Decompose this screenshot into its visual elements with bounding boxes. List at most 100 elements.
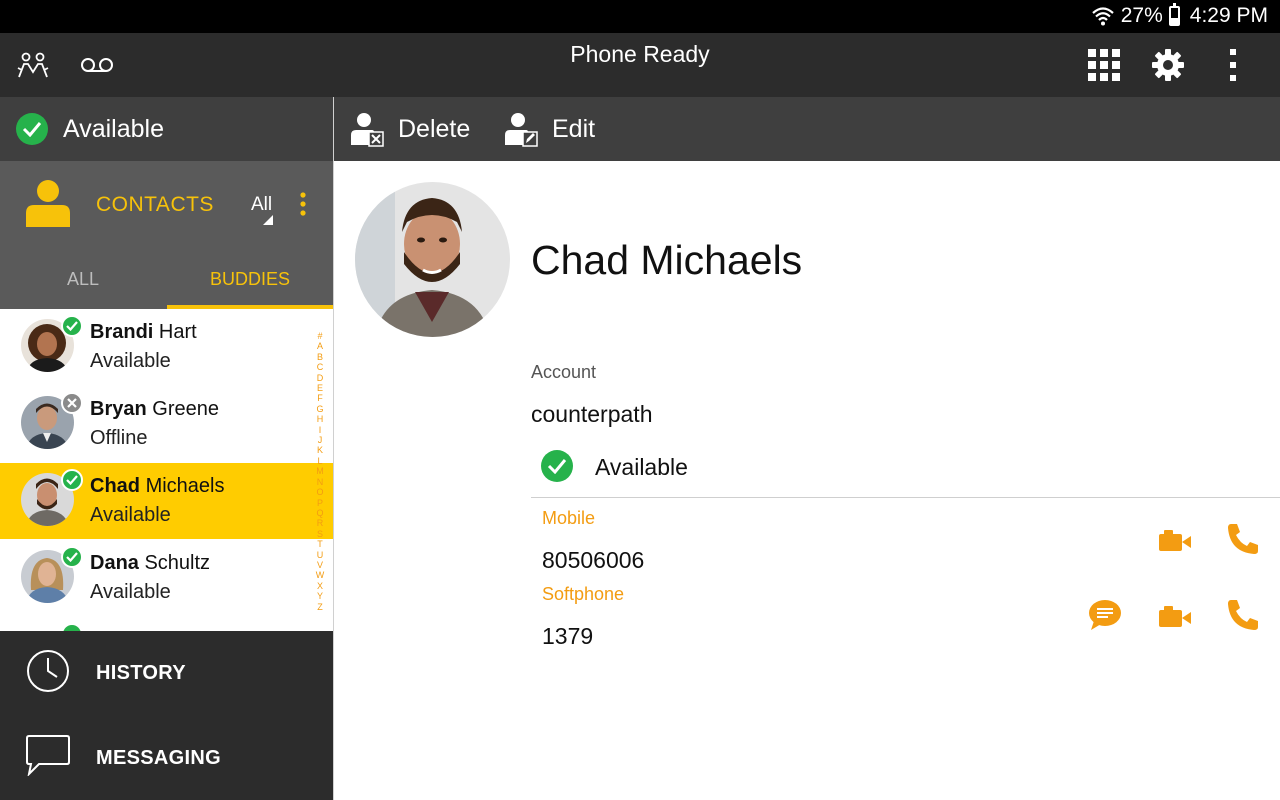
contact-detail: Chad Michaels Account counterpath Availa… [334, 161, 1280, 800]
voice-call-button-softphone[interactable] [1223, 595, 1263, 635]
phone-label-mobile: Mobile [542, 508, 596, 528]
alphabet-letter[interactable]: M [313, 466, 327, 476]
alphabet-letter[interactable]: O [313, 487, 327, 497]
gear-icon[interactable] [1150, 47, 1186, 83]
bottom-nav: HISTORY MESSAGING [0, 631, 333, 800]
contacts-header: CONTACTS All ALL BUDDIES [0, 161, 333, 309]
contact-name: Chad Michaels [90, 475, 225, 497]
alphabet-letter[interactable]: W [313, 570, 327, 580]
nav-messaging[interactable]: MESSAGING [0, 716, 333, 800]
alphabet-index[interactable]: # A B C D E F G H I J K L M N O P Q R S T U V W X Y Z [313, 331, 327, 612]
nav-history[interactable]: HISTORY [0, 631, 333, 715]
edit-label: Edit [552, 114, 596, 143]
contacts-filter-dropdown[interactable]: All [251, 194, 272, 216]
alphabet-letter[interactable]: Z [313, 602, 327, 612]
video-camera-icon [1159, 606, 1191, 627]
alphabet-letter[interactable]: N [313, 477, 327, 487]
alphabet-letter[interactable]: X [313, 581, 327, 591]
alphabet-letter[interactable]: G [313, 404, 327, 414]
edit-contact-icon [505, 113, 538, 147]
alphabet-letter[interactable]: C [313, 362, 327, 372]
edit-button[interactable]: Edit [504, 97, 595, 161]
presence-label: Available [63, 115, 165, 143]
dialpad-icon[interactable] [1086, 47, 1122, 83]
contact-status: Available [90, 350, 171, 372]
video-call-button-mobile[interactable] [1155, 521, 1195, 561]
contact-status: Offline [90, 427, 148, 449]
contact-row-dana-schultz[interactable]: Dana Schultz Available [0, 540, 333, 616]
tab-all[interactable]: ALL [0, 259, 166, 309]
divider [531, 497, 1280, 498]
presence-selector[interactable]: Available [0, 97, 333, 161]
contact-full-name: Chad Michaels [531, 237, 803, 283]
alphabet-letter[interactable]: F [313, 393, 327, 403]
video-camera-icon [1159, 530, 1191, 551]
message-button-softphone[interactable] [1085, 595, 1125, 635]
phone-label-softphone: Softphone [542, 584, 625, 604]
contact-list: Brandi Hart Available Bryan Greene Offli… [0, 309, 333, 631]
contacts-person-icon [26, 180, 70, 227]
status-available-icon [61, 546, 83, 568]
alphabet-letter[interactable]: V [313, 560, 327, 570]
account-label: Account [531, 362, 597, 382]
alphabet-letter[interactable]: I [313, 425, 327, 435]
contacts-tabs: ALL BUDDIES [0, 259, 333, 309]
contact-row-bryan-greene[interactable]: Bryan Greene Offline [0, 386, 333, 462]
alphabet-letter[interactable]: P [313, 498, 327, 508]
dropdown-triangle-icon [263, 215, 273, 225]
overflow-menu-icon[interactable] [1215, 47, 1251, 83]
alphabet-letter[interactable]: K [313, 445, 327, 455]
alphabet-letter[interactable]: # [313, 331, 327, 341]
delete-button[interactable]: Delete [350, 97, 470, 161]
account-value: counterpath [531, 401, 653, 427]
alphabet-letter[interactable]: R [313, 518, 327, 528]
alphabet-letter[interactable]: Q [313, 508, 327, 518]
contact-avatar-large [355, 182, 510, 337]
alphabet-letter[interactable]: S [313, 529, 327, 539]
alphabet-letter[interactable]: E [313, 383, 327, 393]
clock: 4:29 PM [1189, 4, 1268, 27]
contact-presence: Available [595, 454, 688, 480]
phone-number-mobile: 80506006 [542, 547, 645, 573]
delete-contact-icon [351, 113, 384, 147]
contacts-overflow-icon[interactable] [300, 192, 306, 216]
contact-name: Dana Schultz [90, 552, 211, 574]
video-call-button-softphone[interactable] [1155, 597, 1195, 637]
alphabet-letter[interactable]: T [313, 539, 327, 549]
contact-name: Brandi Hart [90, 321, 197, 343]
chat-bubble-icon [1089, 600, 1121, 630]
clock-icon [27, 650, 69, 692]
status-offline-icon [61, 392, 83, 414]
status-bar: 27% 4:29 PM [0, 0, 1280, 33]
alphabet-letter[interactable]: J [313, 435, 327, 445]
chat-bubble-icon [26, 735, 70, 776]
alphabet-letter[interactable]: U [313, 550, 327, 560]
wifi-icon [1092, 7, 1114, 26]
left-panel: Available CONTACTS All ALL BUDDIES Brand… [0, 97, 333, 800]
contacts-title: CONTACTS [96, 193, 214, 216]
alphabet-letter[interactable]: H [313, 414, 327, 424]
nav-history-label: HISTORY [96, 662, 186, 684]
alphabet-letter[interactable]: A [313, 341, 327, 351]
tab-buddies[interactable]: BUDDIES [167, 259, 333, 309]
status-available-icon [61, 315, 83, 337]
alphabet-letter[interactable]: D [313, 373, 327, 383]
contact-row-brandi-hart[interactable]: Brandi Hart Available [0, 309, 333, 385]
status-available-icon [61, 469, 83, 491]
presence-check-icon [541, 450, 573, 482]
voice-call-button-mobile[interactable] [1223, 519, 1263, 559]
battery-icon [1168, 3, 1180, 26]
contact-status: Available [90, 581, 171, 603]
nav-messaging-label: MESSAGING [96, 747, 221, 769]
alphabet-letter[interactable]: L [313, 456, 327, 466]
phone-icon [1228, 524, 1258, 554]
contact-row-chad-michaels[interactable]: Chad Michaels Available [0, 463, 333, 539]
app-bar: Phone Ready [0, 33, 1280, 97]
phone-number-softphone: 1379 [542, 623, 594, 649]
detail-action-bar: Delete Edit [334, 97, 1280, 161]
available-check-icon [16, 113, 48, 145]
status-available-icon [61, 623, 83, 631]
delete-label: Delete [398, 114, 471, 143]
alphabet-letter[interactable]: Y [313, 591, 327, 601]
alphabet-letter[interactable]: B [313, 352, 327, 362]
